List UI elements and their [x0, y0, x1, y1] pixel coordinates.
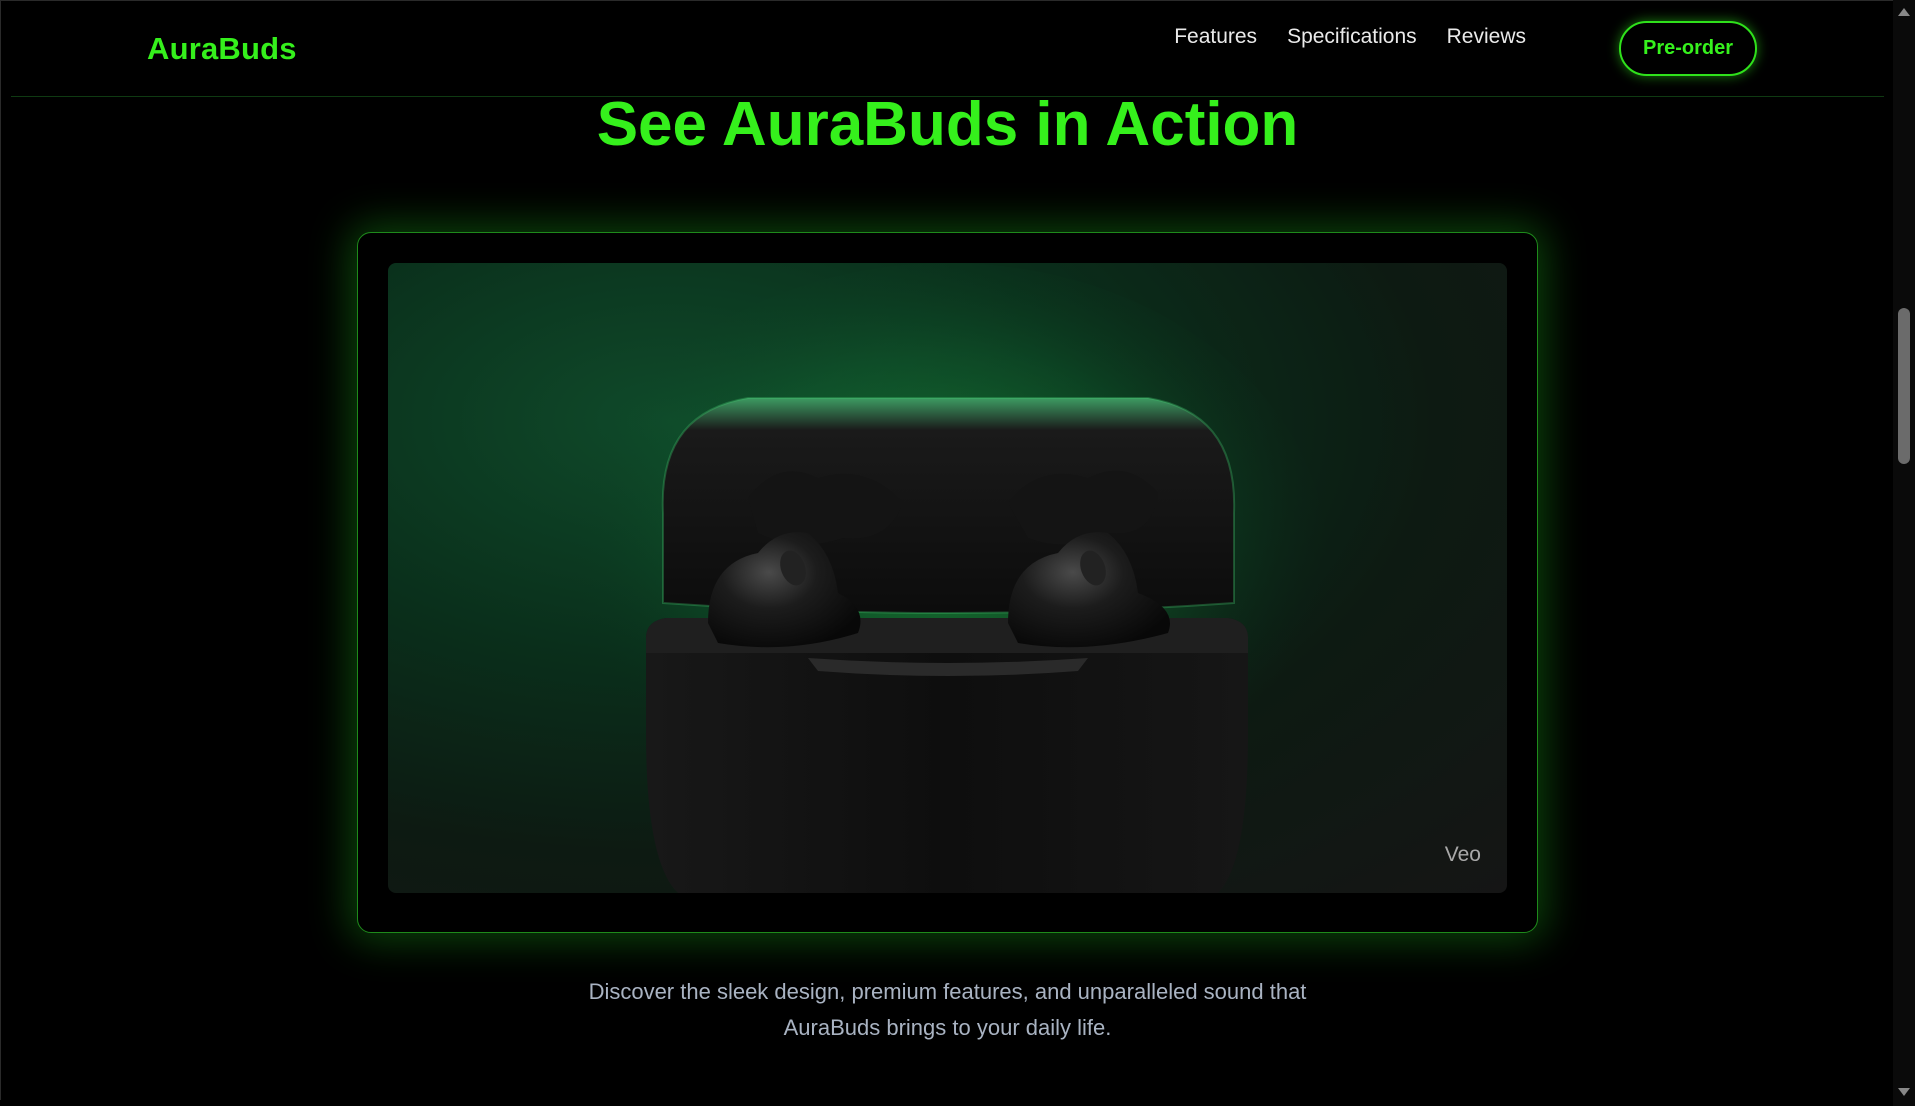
video-frame: Veo: [357, 232, 1538, 933]
scroll-up-icon[interactable]: [1898, 8, 1910, 16]
scroll-thumb[interactable]: [1898, 308, 1910, 464]
description-line: AuraBuds brings to your daily life.: [783, 1015, 1112, 1040]
vertical-scrollbar[interactable]: [1893, 0, 1915, 1106]
section-title: See AuraBuds in Action: [596, 90, 1299, 159]
preorder-button[interactable]: Pre-order: [1619, 21, 1757, 76]
page-viewport: AuraBuds Features Specifications Reviews…: [0, 0, 1893, 1100]
nav-link-features[interactable]: Features: [1174, 25, 1257, 49]
nav-link-specifications[interactable]: Specifications: [1287, 25, 1417, 49]
section-description: Discover the sleek design, premium featu…: [1, 974, 1893, 1046]
brand-logo[interactable]: AuraBuds: [147, 31, 297, 67]
product-video[interactable]: Veo: [388, 263, 1507, 893]
nav-links: Features Specifications Reviews: [1174, 25, 1526, 49]
description-line: Discover the sleek design, premium featu…: [588, 979, 1307, 1004]
video-watermark: Veo: [1444, 843, 1481, 866]
nav-link-reviews[interactable]: Reviews: [1447, 25, 1526, 49]
scroll-down-icon[interactable]: [1898, 1088, 1910, 1096]
navbar: AuraBuds Features Specifications Reviews…: [11, 1, 1884, 97]
earbuds-case-image: [568, 263, 1328, 893]
